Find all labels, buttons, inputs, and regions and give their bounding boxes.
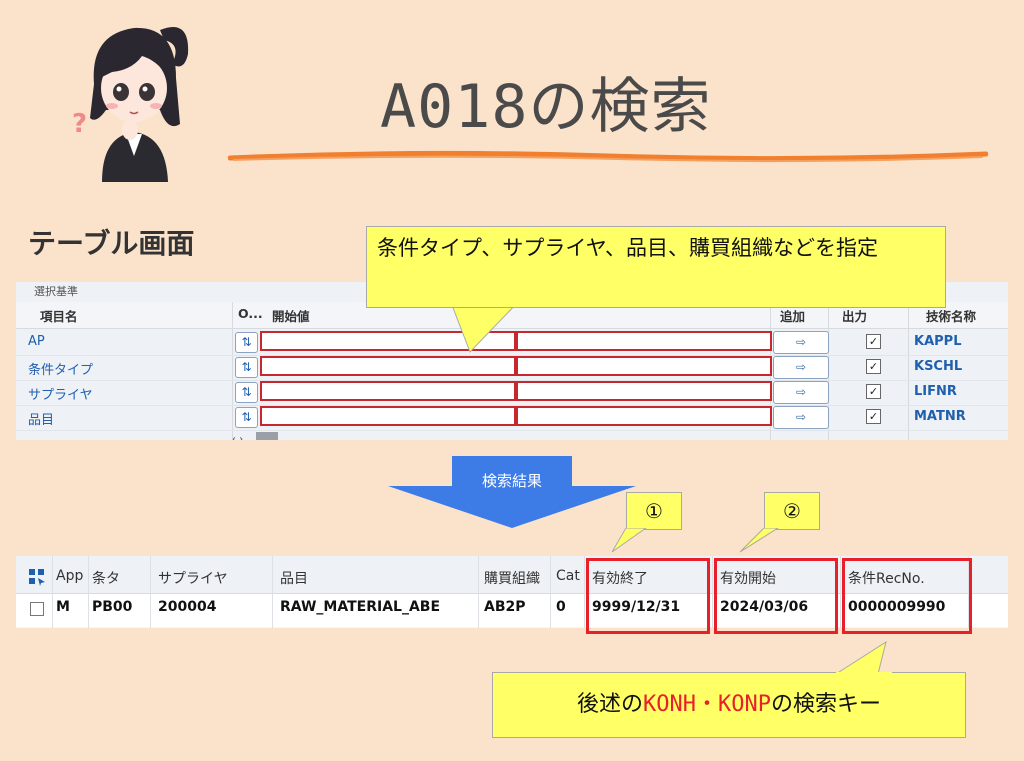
header-option: O...: [238, 306, 263, 321]
row-label[interactable]: サプライヤ: [28, 384, 93, 403]
cell-app: M: [56, 599, 70, 615]
callout-pointer: [449, 300, 521, 353]
cell-category: 0: [556, 599, 566, 615]
tech-name: KAPPL: [914, 334, 962, 349]
row-label[interactable]: AP: [28, 334, 45, 349]
header-tech-name: 技術名称: [926, 309, 977, 324]
output-checkbox[interactable]: ✓: [866, 359, 881, 374]
panel-label: 選択基準: [34, 285, 78, 298]
column-divider: [52, 556, 53, 628]
output-checkbox[interactable]: ✓: [866, 409, 881, 424]
selection-row: 品目 ⇅ ⇨ ✓ MATNR: [16, 405, 1008, 431]
tech-name: KSCHL: [914, 359, 963, 374]
row-select-checkbox[interactable]: [30, 602, 44, 616]
cell-condition-type: PB00: [92, 599, 133, 615]
column-divider: [478, 556, 479, 628]
end-value-input[interactable]: [516, 356, 772, 376]
horizontal-scrollbar[interactable]: [256, 432, 278, 440]
column-divider: [272, 556, 273, 628]
column-divider: [584, 556, 585, 628]
highlight-frame-valid-to: [586, 558, 710, 634]
cell-purchasing-org: AB2P: [484, 599, 526, 615]
cell-supplier: 200004: [158, 599, 217, 615]
grid-settings-icon[interactable]: [28, 568, 46, 586]
down-arrow-icon: [388, 456, 636, 528]
end-value-input[interactable]: [516, 331, 772, 351]
callout-suffix: の検索キー: [770, 692, 881, 717]
scroll-arrows[interactable]: ‹ ›: [232, 434, 243, 440]
title-underline-decoration: [228, 150, 988, 163]
output-checkbox[interactable]: ✓: [866, 384, 881, 399]
avatar-illustration: ?: [72, 27, 189, 182]
callout-prefix: 後述の: [577, 692, 644, 717]
section-title: テーブル画面: [28, 227, 195, 260]
header-purchasing-org[interactable]: 購買組織: [484, 568, 540, 588]
selection-option-icon[interactable]: ⇅: [235, 382, 258, 403]
multiple-selection-icon[interactable]: ⇨: [773, 356, 829, 379]
start-value-input[interactable]: [260, 406, 516, 426]
end-value-input[interactable]: [516, 406, 772, 426]
selection-option-icon[interactable]: ⇅: [235, 407, 258, 428]
tech-name: MATNR: [914, 409, 966, 424]
header-supplier[interactable]: サプライヤ: [158, 568, 228, 588]
arrow-label: 検索結果: [481, 472, 542, 490]
highlight-frame-record-no: [842, 558, 972, 634]
header-field-name: 項目名: [40, 309, 78, 324]
row-label[interactable]: 条件タイプ: [28, 359, 93, 378]
selection-option-icon[interactable]: ⇅: [235, 357, 258, 378]
column-divider: [550, 556, 551, 628]
svg-text:?: ?: [72, 109, 87, 139]
multiple-selection-icon[interactable]: ⇨: [773, 406, 829, 429]
number-bubble-2: ②: [764, 492, 820, 530]
header-add: 追加: [780, 309, 806, 324]
callout-search-key: 後述のKONH・KONPの検索キー: [492, 672, 966, 738]
column-divider: [150, 556, 151, 628]
bubble-pointer: [740, 528, 779, 553]
number-bubble-1: ①: [626, 492, 682, 530]
start-value-input[interactable]: [260, 381, 516, 401]
column-divider: [712, 556, 713, 628]
multiple-selection-icon[interactable]: ⇨: [773, 381, 829, 404]
header-start-value: 開始値: [272, 309, 310, 324]
cell-material: RAW_MATERIAL_ABE: [280, 599, 441, 615]
selection-row: サプライヤ ⇅ ⇨ ✓ LIFNR: [16, 380, 1008, 406]
header-condition-type[interactable]: 条タ: [92, 568, 120, 588]
selection-option-icon[interactable]: ⇅: [235, 332, 258, 353]
callout-specify-criteria: 条件タイプ、サプライヤ、品目、購買組織などを指定: [366, 226, 946, 308]
multiple-selection-icon[interactable]: ⇨: [773, 331, 829, 354]
tech-name: LIFNR: [914, 384, 957, 399]
output-checkbox[interactable]: ✓: [866, 334, 881, 349]
column-divider: [88, 556, 89, 628]
bubble-pointer: [612, 528, 647, 553]
header-material[interactable]: 品目: [280, 568, 308, 588]
highlight-frame-valid-from: [714, 558, 838, 634]
page-title: A018の検索: [380, 72, 712, 142]
callout-highlight: KONH・KONP: [643, 692, 771, 717]
column-divider: [840, 556, 841, 628]
header-app[interactable]: App: [56, 568, 83, 584]
row-label[interactable]: 品目: [28, 409, 54, 428]
end-value-input[interactable]: [516, 381, 772, 401]
callout-pointer-cover: [836, 672, 892, 676]
header-category[interactable]: Cat: [556, 568, 580, 584]
header-output: 出力: [842, 309, 868, 324]
